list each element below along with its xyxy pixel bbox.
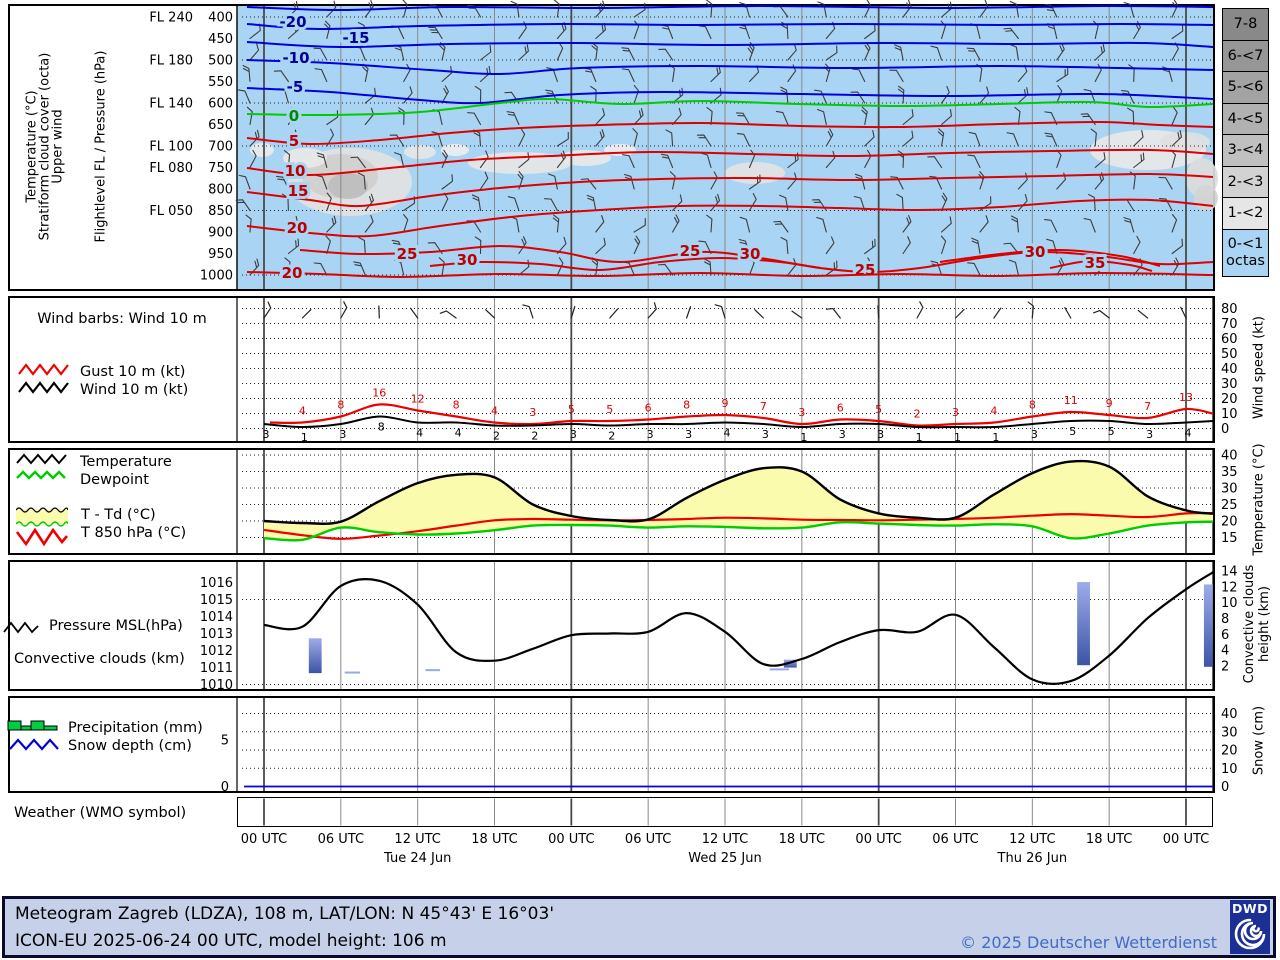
svg-text:14: 14: [1221, 564, 1238, 579]
octas-cell-4-<5: 4-<5: [1222, 102, 1269, 136]
svg-text:25: 25: [1221, 498, 1238, 513]
svg-text:8: 8: [1221, 612, 1229, 627]
svg-text:40: 40: [1221, 449, 1238, 464]
pressure-panel: [8, 560, 1215, 691]
svg-text:50: 50: [1221, 347, 1238, 362]
time-tick: 00 UTC: [1162, 832, 1210, 847]
svg-text:10: 10: [1221, 762, 1238, 777]
svg-text:20: 20: [1221, 515, 1238, 530]
day-label: Tue 24 Jun: [383, 851, 452, 866]
svg-text:35: 35: [1221, 465, 1238, 480]
svg-text:12: 12: [1221, 580, 1238, 595]
precipitation-legend-label: Precipitation (mm): [68, 720, 203, 736]
dewpoint-legend-label: Dewpoint: [80, 472, 149, 488]
svg-text:0: 0: [1221, 422, 1229, 437]
svg-text:4: 4: [1221, 644, 1229, 659]
time-tick: 00 UTC: [548, 832, 595, 847]
wind-legend-label: Wind 10 m (kt): [80, 382, 189, 398]
svg-text:20: 20: [1221, 744, 1238, 759]
time-tick: 12 UTC: [701, 832, 749, 847]
meteogram-page: -20 -15 -10 -5 0 5 10 15 20 25 25 25 30 30 30 35 20 FL 24…: [0, 0, 1280, 960]
pressure-legend-icon: [3, 621, 39, 634]
svg-text:15: 15: [1221, 531, 1238, 546]
temperature-panel: [8, 448, 1215, 555]
upper-axis-label-flightlevel: Flightlevel FL / Pressure (hPa): [93, 50, 109, 243]
snow-depth-legend-icon: [9, 738, 59, 751]
svg-text:10: 10: [1221, 407, 1238, 422]
octas-cell-3-<4: 3-<4: [1222, 134, 1269, 167]
t-td-legend-label: T - Td (°C): [81, 507, 156, 523]
time-tick: 00 UTC: [855, 832, 902, 847]
dwd-logo: DWD: [1230, 900, 1270, 954]
footer: Meteogram Zagreb (LDZA), 108 m, LAT/LON:…: [2, 896, 1276, 958]
octas-cell-2-<3: 2-<3: [1222, 165, 1269, 199]
svg-text:40: 40: [1221, 362, 1238, 377]
svg-text:2: 2: [1221, 660, 1229, 675]
dewpoint-legend-icon: [16, 470, 66, 480]
svg-text:10: 10: [1221, 596, 1238, 611]
pressure-legend-label: Pressure MSL(hPa): [49, 618, 183, 634]
upper-air-panel: [8, 4, 1215, 291]
svg-text:70: 70: [1221, 317, 1238, 332]
wind-legend-icon: [18, 381, 69, 394]
convective-clouds-legend-label: Convective clouds (km): [14, 651, 185, 667]
dwd-spiral-icon: [1234, 918, 1266, 950]
upper-axis-label-upperwind: Upper wind: [50, 109, 66, 184]
snow-depth-legend-label: Snow depth (cm): [68, 738, 192, 754]
svg-text:0: 0: [1221, 780, 1229, 795]
time-tick: 18 UTC: [1085, 832, 1133, 847]
octas-cell-5-<6: 5-<6: [1222, 71, 1269, 104]
snow-axis-label: Snow (cm): [1251, 705, 1267, 776]
copyright: © 2025 Deutscher Wetterdienst: [960, 933, 1217, 952]
dwd-logo-text: DWD: [1231, 901, 1269, 916]
temperature-legend-label: Temperature: [80, 454, 172, 470]
svg-text:6: 6: [1221, 628, 1229, 643]
svg-text:40: 40: [1221, 707, 1238, 722]
time-tick: 06 UTC: [932, 832, 979, 847]
svg-text:20: 20: [1221, 392, 1238, 407]
day-label: Wed 25 Jun: [688, 851, 762, 866]
time-tick: 18 UTC: [778, 832, 826, 847]
footer-station-line: Meteogram Zagreb (LDZA), 108 m, LAT/LON:…: [15, 904, 554, 924]
footer-model-line: ICON-EU 2025-06-24 00 UTC, model height:…: [15, 931, 447, 951]
t850-legend-label: T 850 hPa (°C): [81, 525, 187, 541]
day-label: Thu 26 Jun: [997, 851, 1068, 866]
octas-cell-7-8: 7-8: [1222, 8, 1269, 41]
wind-panel-title: Wind barbs: Wind 10 m: [37, 311, 207, 327]
svg-text:30: 30: [1221, 482, 1238, 497]
weather-panel-label: Weather (WMO symbol): [14, 805, 187, 821]
svg-text:30: 30: [1221, 725, 1238, 740]
t850-legend-icon: [15, 527, 68, 547]
time-tick: 06 UTC: [317, 832, 365, 847]
gust-legend-icon: [18, 363, 69, 376]
time-tick: 06 UTC: [624, 832, 672, 847]
svg-text:80: 80: [1221, 302, 1238, 317]
weather-plot-box: [237, 797, 1213, 827]
octas-cell-6-<7: 6-<7: [1222, 39, 1269, 73]
octas-cell-0-<1: 0-<1 octas: [1222, 228, 1269, 277]
gust-legend-label: Gust 10 m (kt): [80, 364, 186, 380]
time-tick: 18 UTC: [471, 832, 518, 847]
svg-text:60: 60: [1221, 332, 1238, 347]
time-tick: 12 UTC: [394, 832, 441, 847]
time-tick: 12 UTC: [1009, 832, 1056, 847]
svg-text:30: 30: [1221, 377, 1238, 392]
octas-cell-1-<2: 1-<2: [1222, 197, 1269, 230]
time-tick: 00 UTC: [240, 832, 288, 847]
